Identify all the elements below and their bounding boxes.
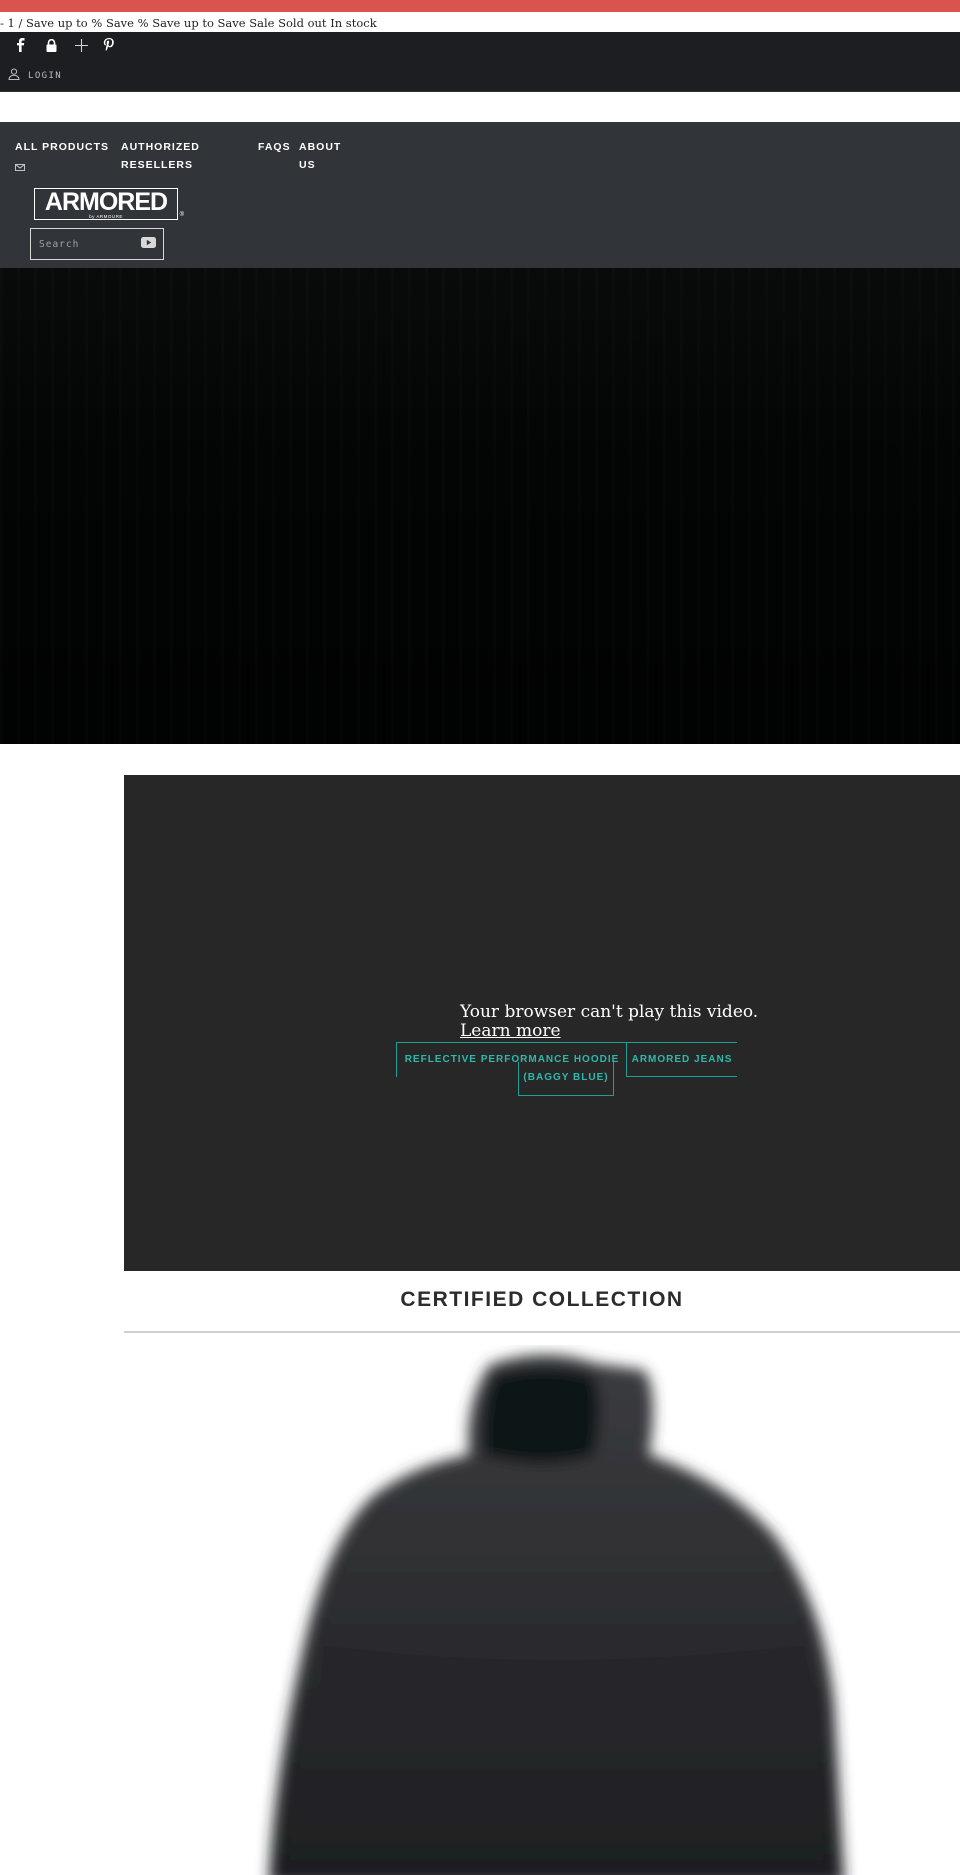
- video-fallback-message: Your browser can't play this video.: [460, 1002, 759, 1022]
- hero-image: [0, 268, 960, 744]
- armored-jeans-button[interactable]: ARMORED JEANS: [626, 1042, 737, 1077]
- nav-all-products[interactable]: ALL PRODUCTS: [15, 138, 109, 156]
- user-icon: [8, 68, 20, 83]
- social-links: [12, 36, 118, 54]
- nav-authorized-resellers[interactable]: AUTHORIZED RESELLERS: [121, 138, 200, 174]
- pinterest-icon[interactable]: [100, 36, 118, 54]
- search-submit-icon[interactable]: [141, 235, 156, 253]
- logo-wordmark: ARMORED: [44, 188, 168, 216]
- login-label: LOGIN: [28, 70, 63, 81]
- learn-more-link[interactable]: Learn more: [460, 1021, 561, 1041]
- nav-about-line1: ABOUT: [299, 141, 342, 153]
- hoodie-button-line2: (BAGGY BLUE): [523, 1072, 609, 1083]
- logo-subtext: by ARMOURE: [89, 214, 123, 219]
- reflective-hoodie-button-wrap[interactable]: (BAGGY BLUE): [518, 1062, 614, 1096]
- nav-faqs[interactable]: FAQS: [258, 138, 291, 156]
- facebook-icon[interactable]: [12, 36, 30, 54]
- template-strings: - 1 / Save up to % Save % Save up to Sav…: [0, 16, 377, 30]
- login-link[interactable]: LOGIN: [8, 68, 62, 83]
- lock-icon[interactable]: [42, 36, 60, 54]
- plus-icon[interactable]: [72, 36, 90, 54]
- top-utility-bar: [0, 32, 960, 92]
- nav-authorized-line1: AUTHORIZED: [121, 141, 200, 153]
- search-input[interactable]: [39, 238, 129, 250]
- jeans-button-label: ARMORED JEANS: [631, 1054, 733, 1065]
- envelope-icon[interactable]: [15, 158, 25, 176]
- announcement-bar: [0, 0, 960, 12]
- nav-about-line2: US: [299, 159, 316, 171]
- nav-about-us[interactable]: ABOUT US: [299, 138, 341, 174]
- product-image-jacket[interactable]: [124, 1345, 960, 1875]
- search-form: [30, 228, 164, 260]
- nav-authorized-line2: RESELLERS: [121, 159, 194, 171]
- collection-title: CERTIFIED COLLECTION: [400, 1288, 684, 1311]
- site-logo[interactable]: ARMORED by ARMOURE ®: [34, 188, 184, 220]
- video-fallback: Your browser can't play this video. Lear…: [460, 1003, 758, 1041]
- collection-divider: [124, 1331, 960, 1333]
- logo-registered-mark: ®: [179, 212, 184, 218]
